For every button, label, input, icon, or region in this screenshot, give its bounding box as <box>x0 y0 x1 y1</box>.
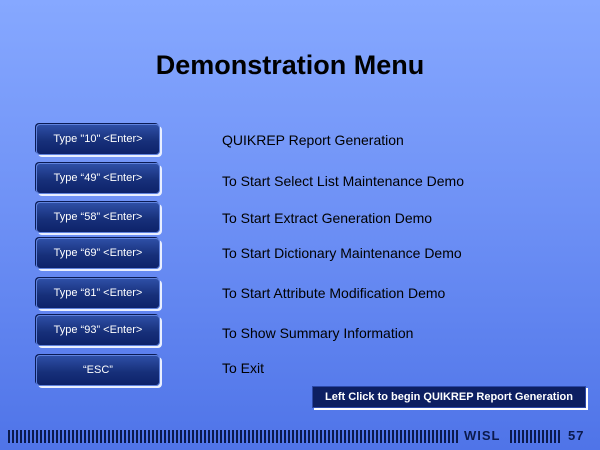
menu-button-10[interactable]: Type "10" <Enter> <box>36 124 160 155</box>
footer-barcode-decoration-right <box>510 430 562 443</box>
menu-description-esc: To Exit <box>222 360 265 376</box>
page-number: 57 <box>568 428 585 443</box>
menu-description-69: To Start Dictionary Maintenance Demo <box>222 245 462 261</box>
menu-button-58[interactable]: Type “58” <Enter> <box>36 202 160 233</box>
menu-button-69[interactable]: Type “69” <Enter> <box>36 238 160 269</box>
menu-button-49[interactable]: Type “49” <Enter> <box>36 163 160 194</box>
begin-report-generation-button[interactable]: Left Click to begin QUIKREP Report Gener… <box>312 386 586 408</box>
menu-description-10: QUIKREP Report Generation <box>222 132 404 148</box>
menu-button-93[interactable]: Type “93” <Enter> <box>36 315 160 346</box>
menu-description-58: To Start Extract Generation Demo <box>222 210 433 226</box>
menu-button-esc[interactable]: “ESC” <box>36 355 160 386</box>
footer-barcode-decoration <box>8 430 460 443</box>
menu-description-81: To Start Attribute Modification Demo <box>222 285 446 301</box>
menu-description-49: To Start Select List Maintenance Demo <box>222 173 465 189</box>
menu-description-93: To Show Summary Information <box>222 325 414 341</box>
footer-org-label: WISL <box>464 428 501 443</box>
page-title: Demonstration Menu <box>155 50 425 80</box>
footer: WISL 57 <box>8 428 590 444</box>
menu-button-81[interactable]: Type “81” <Enter> <box>36 278 160 309</box>
